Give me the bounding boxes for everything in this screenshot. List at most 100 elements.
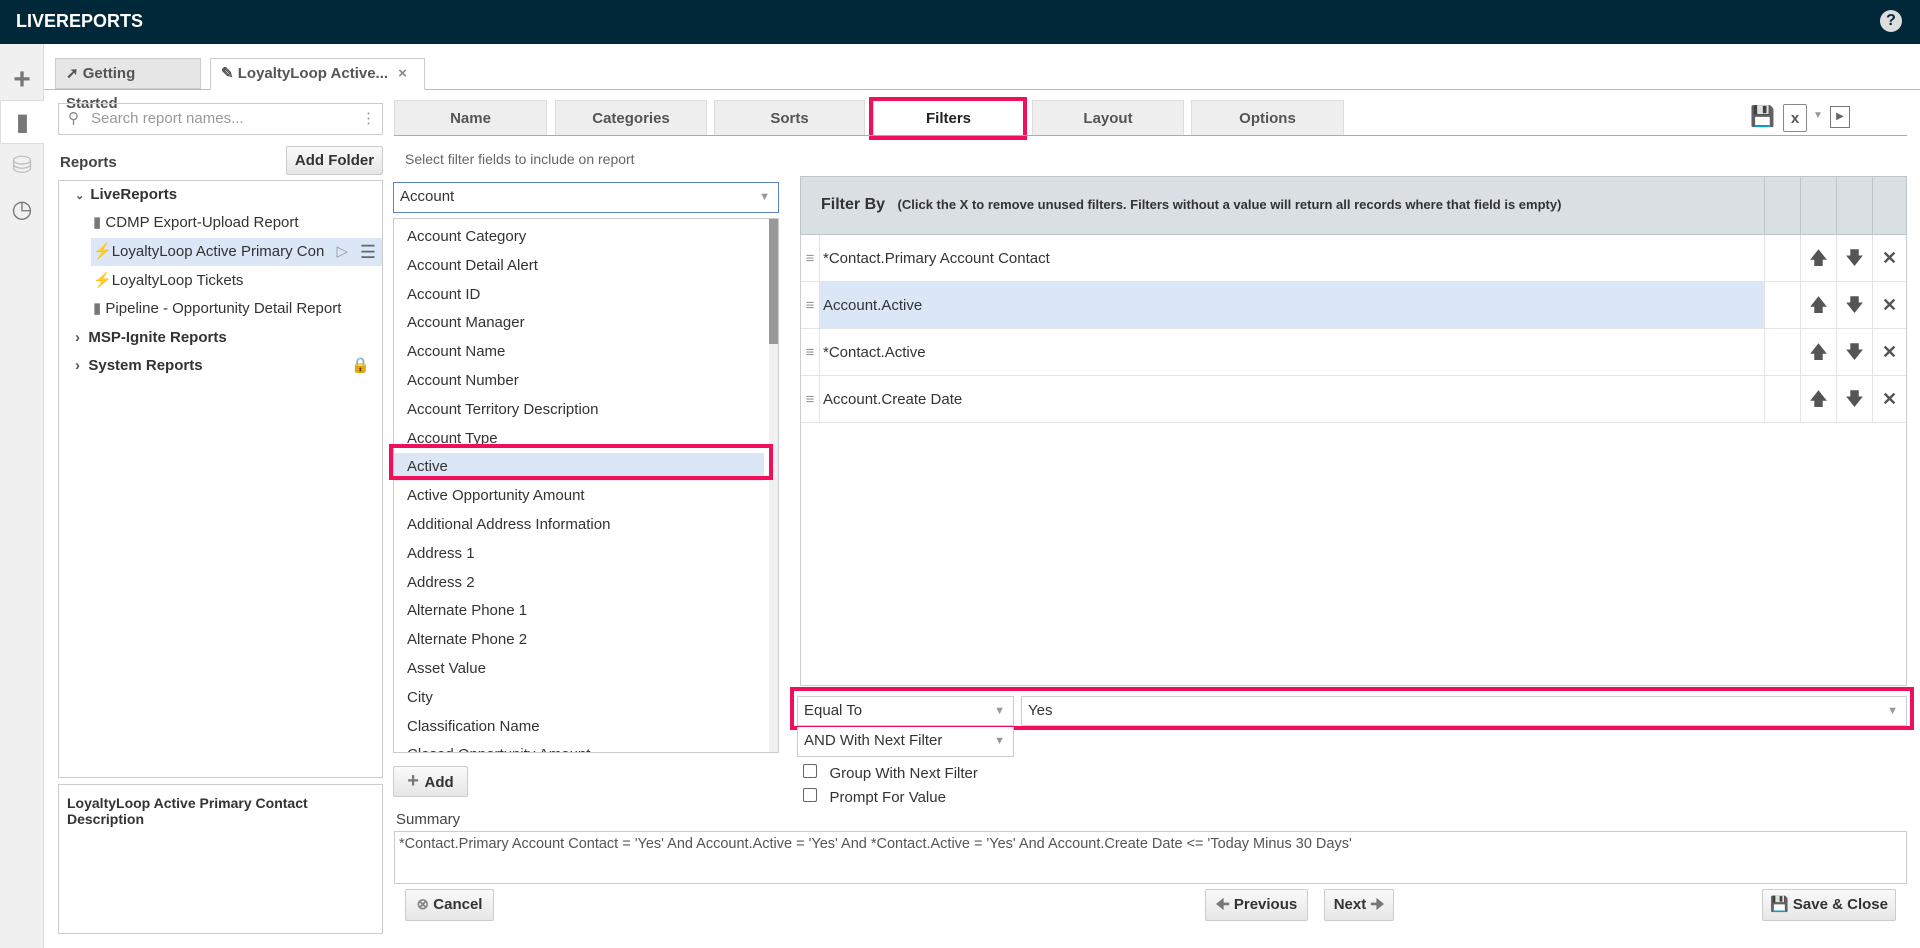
filter-row[interactable]: ≡ *Contact.Primary Account Contact 🡅 🡇 ✕	[801, 235, 1906, 282]
filter-field-name[interactable]: *Contact.Primary Account Contact	[819, 235, 1764, 281]
conjunction-value: AND With Next Filter	[804, 732, 943, 749]
run-icon[interactable]: ▷	[336, 238, 348, 266]
pencil-icon: ✎	[221, 65, 238, 82]
drag-handle-icon[interactable]: ≡	[801, 235, 819, 281]
save-icon[interactable]: 💾	[1750, 104, 1775, 129]
database-icon[interactable]: ⛁	[0, 144, 44, 188]
filter-row[interactable]: ≡ Account.Create Date 🡅 🡇 ✕	[801, 376, 1906, 423]
move-down-icon[interactable]: 🡇	[1836, 376, 1872, 422]
clock-icon[interactable]: ◷	[0, 188, 44, 232]
close-icon[interactable]: ×	[398, 65, 407, 82]
tab-loyaltyloop-active[interactable]: ✎ LoyaltyLoop Active... ×	[210, 58, 425, 90]
tree-item-pipeline[interactable]: ▮ Pipeline - Opportunity Detail Report	[59, 295, 382, 323]
remove-filter-icon[interactable]: ✕	[1872, 282, 1906, 328]
tree-item-loyaltyloop-tickets[interactable]: ⚡LoyaltyLoop Tickets	[59, 267, 382, 295]
caret-down-icon: ▼	[759, 191, 770, 203]
remove-filter-icon[interactable]: ✕	[1872, 235, 1906, 281]
field-list-item[interactable]: Account Detail Alert	[394, 252, 764, 280]
preview-icon[interactable]: ▶	[1830, 106, 1850, 128]
icon-rail: + ▮ ⛁ ◷	[0, 44, 44, 948]
plus-icon[interactable]: +	[0, 58, 44, 102]
move-down-icon[interactable]: 🡇	[1836, 235, 1872, 281]
field-list-item[interactable]: City	[394, 684, 764, 712]
tab-name[interactable]: Name	[394, 100, 547, 135]
field-list-item[interactable]: Account Manager	[394, 309, 764, 337]
next-button[interactable]: Next 🠊	[1324, 889, 1394, 921]
tree-item-cdmp[interactable]: ▮ CDMP Export-Upload Report	[59, 209, 382, 237]
caret-down-icon[interactable]: ▼	[1813, 110, 1823, 121]
field-list-item[interactable]: Active Opportunity Amount	[394, 482, 764, 510]
tree-folder-livereports[interactable]: ⌄ LiveReports	[59, 181, 382, 209]
tab-categories[interactable]: Categories	[555, 100, 707, 135]
chevron-right-icon: ›	[75, 357, 89, 374]
more-icon[interactable]: ⋮	[361, 104, 376, 134]
scrollbar-thumb[interactable]	[769, 219, 778, 344]
cancel-button[interactable]: ⊗ Cancel	[405, 889, 494, 921]
entity-select[interactable]: Account ▼	[393, 182, 779, 213]
menu-icon[interactable]: ☰	[360, 238, 376, 266]
move-up-icon[interactable]: 🡅	[1800, 235, 1836, 281]
document-icon[interactable]: ▮	[0, 100, 44, 144]
report-label: LoyaltyLoop Tickets	[111, 272, 244, 289]
field-list-item[interactable]: Address 1	[394, 540, 764, 568]
field-list-item[interactable]: Alternate Phone 1	[394, 597, 764, 625]
move-down-icon[interactable]: 🡇	[1836, 329, 1872, 375]
next-label: Next	[1333, 896, 1367, 913]
field-list-item[interactable]: Account ID	[394, 281, 764, 309]
filter-row[interactable]: ≡ Account.Active 🡅 🡇 ✕	[801, 282, 1906, 329]
save-close-button[interactable]: 💾 Save & Close	[1762, 889, 1896, 921]
remove-filter-icon[interactable]: ✕	[1872, 329, 1906, 375]
reports-label: Reports	[60, 154, 117, 171]
operator-value-highlight	[790, 687, 1914, 730]
summary-text: *Contact.Primary Account Contact = 'Yes'…	[394, 831, 1907, 884]
drag-handle-icon[interactable]: ≡	[801, 282, 819, 328]
drag-handle-icon[interactable]: ≡	[801, 329, 819, 375]
move-up-icon[interactable]: 🡅	[1800, 376, 1836, 422]
tree-item-loyaltyloop-active[interactable]: ⚡LoyaltyLoop Active Primary Con ▷ ☰	[91, 238, 382, 266]
previous-button[interactable]: 🠈 Previous	[1205, 889, 1308, 921]
filter-field-name[interactable]: *Contact.Active	[819, 329, 1764, 375]
field-list-item[interactable]: Classification Name	[394, 713, 764, 741]
caret-down-icon: ▼	[994, 735, 1005, 747]
checkbox[interactable]	[803, 764, 817, 778]
prompt-for-value-checkbox[interactable]: Prompt For Value	[803, 788, 946, 806]
add-folder-button[interactable]: Add Folder	[286, 146, 383, 175]
field-list-item[interactable]: Additional Address Information	[394, 511, 764, 539]
move-up-icon[interactable]: 🡅	[1800, 329, 1836, 375]
field-list-item[interactable]: Account Number	[394, 367, 764, 395]
search-input[interactable]: ⚲ Search report names... ⋮	[58, 103, 383, 135]
filter-hint: (Click the X to remove unused filters. F…	[897, 197, 1562, 212]
field-list-item[interactable]: Asset Value	[394, 655, 764, 683]
report-description: LoyaltyLoop Active Primary Contact Descr…	[58, 784, 383, 934]
field-list-item[interactable]: Address 2	[394, 569, 764, 597]
tree-folder-system[interactable]: › System Reports 🔒	[59, 352, 382, 380]
add-button[interactable]: + Add	[393, 766, 468, 797]
field-list-item[interactable]: Account Territory Description	[394, 396, 764, 424]
drag-handle-icon[interactable]: ≡	[801, 376, 819, 422]
excel-export-icon[interactable]: x	[1783, 104, 1807, 132]
field-list-item[interactable]: Account Name	[394, 338, 764, 366]
help-icon[interactable]: ?	[1880, 10, 1902, 32]
tab-getting-started[interactable]: ➚ Getting Started	[55, 58, 201, 112]
move-down-icon[interactable]: 🡇	[1836, 282, 1872, 328]
field-list-item[interactable]: Closed Opportunity Amount	[394, 741, 764, 752]
tab-options[interactable]: Options	[1191, 100, 1344, 135]
tree-folder-msp-ignite[interactable]: › MSP-Ignite Reports	[59, 324, 382, 352]
group-label: Group With Next Filter	[829, 765, 978, 782]
filter-field-name[interactable]: Account.Active	[819, 282, 1764, 328]
conjunction-select[interactable]: AND With Next Filter ▼	[797, 727, 1014, 757]
remove-filter-icon[interactable]: ✕	[1872, 376, 1906, 422]
group-with-next-checkbox[interactable]: Group With Next Filter	[803, 764, 978, 782]
tab-sorts[interactable]: Sorts	[714, 100, 865, 135]
summary-label: Summary	[396, 811, 461, 828]
tab-layout[interactable]: Layout	[1032, 100, 1184, 135]
search-placeholder: Search report names...	[91, 110, 244, 127]
filter-row[interactable]: ≡ *Contact.Active 🡅 🡇 ✕	[801, 329, 1906, 376]
field-list-item[interactable]: Account Category	[394, 223, 764, 251]
cancel-icon: ⊗	[416, 896, 434, 913]
filter-field-name[interactable]: Account.Create Date	[819, 376, 1764, 422]
move-up-icon[interactable]: 🡅	[1800, 282, 1836, 328]
field-list-item[interactable]: Alternate Phone 2	[394, 626, 764, 654]
checkbox[interactable]	[803, 788, 817, 802]
field-list[interactable]: Account Category Account Detail Alert Acco…	[393, 218, 779, 753]
